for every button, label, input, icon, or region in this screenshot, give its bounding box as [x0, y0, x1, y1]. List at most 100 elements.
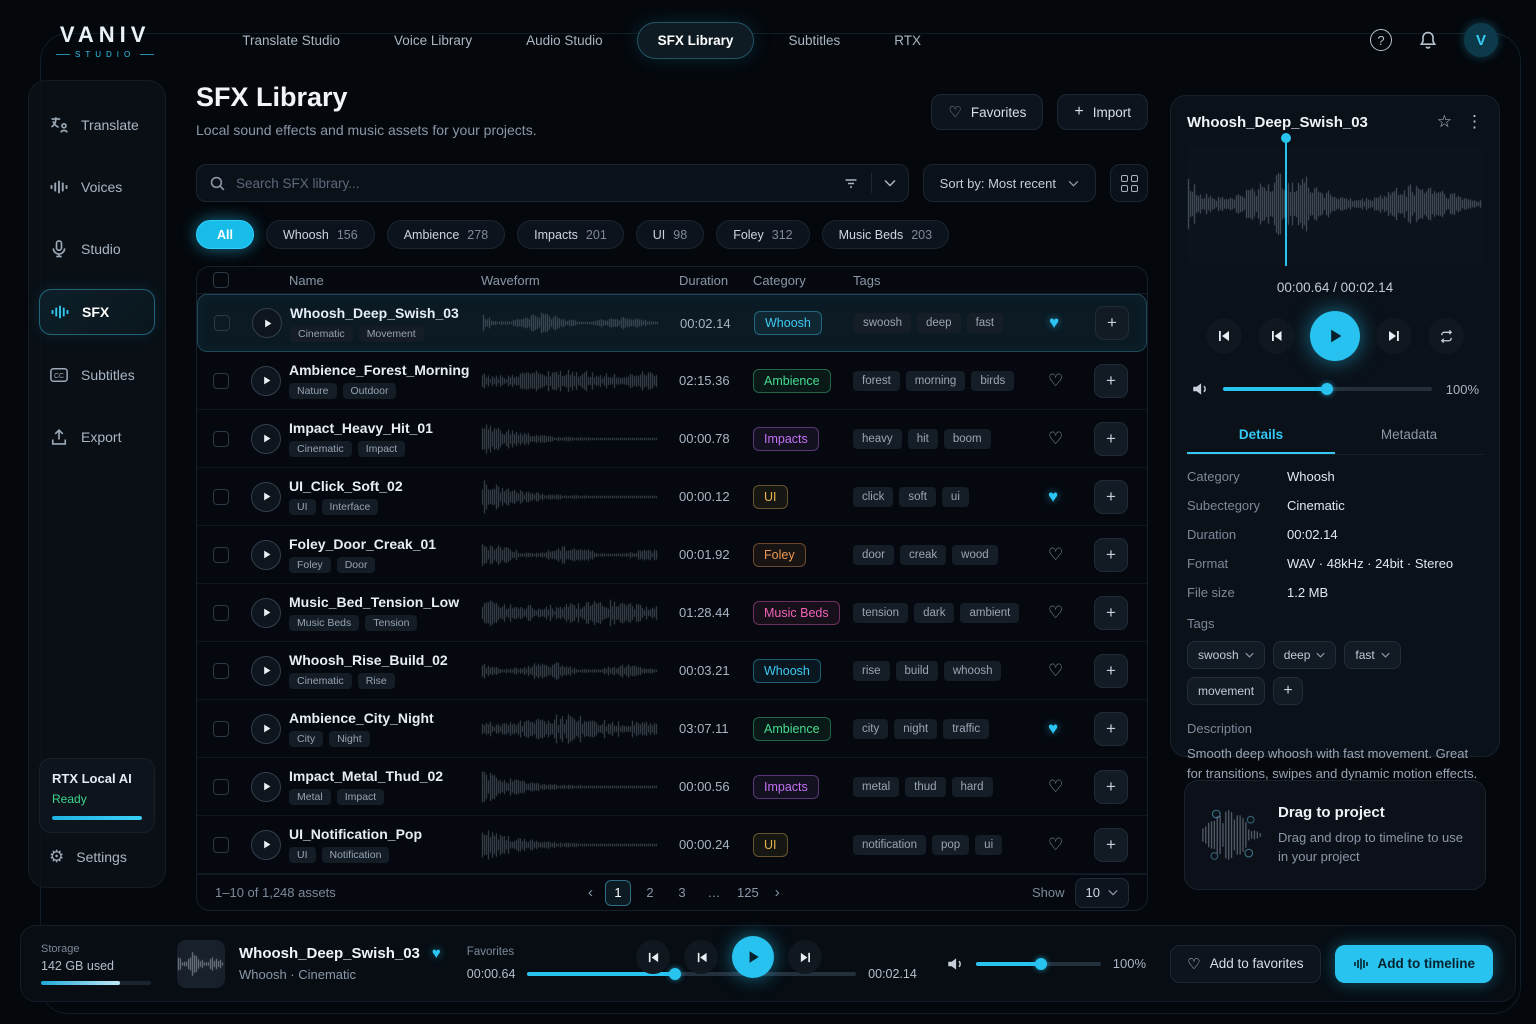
sidebar-item-settings[interactable]: ⚙ Settings [39, 833, 155, 873]
previous-icon[interactable] [1258, 318, 1294, 354]
nav-tab-rtx[interactable]: RTX [874, 23, 941, 58]
add-row-button[interactable]: + [1094, 364, 1128, 398]
filter-chip-ambience[interactable]: Ambience278 [387, 220, 505, 249]
skip-back-icon[interactable] [636, 940, 670, 974]
row-checkbox[interactable] [213, 605, 229, 621]
detail-tag-deep[interactable]: deep [1273, 641, 1337, 669]
filter-chip-ui[interactable]: UI98 [636, 220, 704, 249]
row-play-button[interactable] [251, 714, 281, 744]
row-checkbox[interactable] [213, 431, 229, 447]
row-play-button[interactable] [251, 424, 281, 454]
detail-tag-swoosh[interactable]: swoosh [1187, 641, 1265, 669]
detail-tag-fast[interactable]: fast [1344, 641, 1400, 669]
import-button[interactable]: + Import [1057, 94, 1148, 130]
chevron-down-icon[interactable] [884, 179, 896, 187]
row-play-button[interactable] [251, 772, 281, 802]
nav-tab-translate-studio[interactable]: Translate Studio [222, 23, 360, 58]
favorite-heart-icon[interactable]: ♡ [1048, 777, 1063, 796]
tab-details[interactable]: Details [1187, 417, 1335, 454]
favorite-heart-icon[interactable]: ♡ [1048, 835, 1063, 854]
previous-icon[interactable] [684, 940, 718, 974]
favorite-heart-icon[interactable]: ♡ [1048, 429, 1063, 448]
table-row[interactable]: Impact_Metal_Thud_02MetalImpact00:00.56I… [197, 758, 1147, 816]
row-checkbox[interactable] [213, 663, 229, 679]
table-row[interactable]: Ambience_Forest_MorningNatureOutdoor02:1… [197, 352, 1147, 410]
tab-metadata[interactable]: Metadata [1335, 417, 1483, 454]
row-play-button[interactable] [251, 656, 281, 686]
row-checkbox[interactable] [213, 373, 229, 389]
next-icon[interactable] [788, 940, 822, 974]
next-icon[interactable] [1376, 318, 1412, 354]
nav-tab-sfx-library[interactable]: SFX Library [637, 22, 755, 59]
nav-tab-subtitles[interactable]: Subtitles [768, 23, 860, 58]
favorite-heart-icon[interactable]: ♡ [1048, 371, 1063, 390]
sidebar-item-voices[interactable]: Voices [39, 165, 155, 209]
add-row-button[interactable]: + [1094, 422, 1128, 456]
row-checkbox[interactable] [213, 837, 229, 853]
row-play-button[interactable] [251, 598, 281, 628]
row-checkbox[interactable] [213, 489, 229, 505]
table-row[interactable]: UI_Notification_PopUINotification00:00.2… [197, 816, 1147, 874]
select-all-checkbox[interactable] [213, 272, 229, 288]
row-checkbox[interactable] [213, 721, 229, 737]
page-prev-icon[interactable]: ‹ [582, 884, 599, 901]
speaker-icon[interactable] [946, 956, 964, 972]
favorite-heart-icon[interactable]: ♥ [1048, 719, 1058, 738]
sidebar-item-translate[interactable]: Translate [39, 103, 155, 147]
avatar[interactable]: V [1464, 23, 1498, 57]
table-row[interactable]: Music_Bed_Tension_LowMusic BedsTension01… [197, 584, 1147, 642]
volume-slider[interactable] [1223, 387, 1432, 391]
page-next-icon[interactable]: › [769, 884, 786, 901]
player-waveform[interactable] [1187, 146, 1483, 264]
add-to-favorites-button[interactable]: ♡ Add to favorites [1170, 945, 1320, 983]
row-play-button[interactable] [251, 366, 281, 396]
play-button[interactable] [732, 936, 774, 978]
filter-chip-foley[interactable]: Foley312 [716, 220, 809, 249]
add-tag-button[interactable]: + [1273, 677, 1303, 705]
filter-chip-impacts[interactable]: Impacts201 [517, 220, 624, 249]
add-row-button[interactable]: + [1095, 306, 1129, 340]
add-row-button[interactable]: + [1094, 770, 1128, 804]
page-number[interactable]: 125 [733, 880, 763, 906]
table-row[interactable]: Impact_Heavy_Hit_01CinematicImpact00:00.… [197, 410, 1147, 468]
table-row[interactable]: Whoosh_Rise_Build_02CinematicRise00:03.2… [197, 642, 1147, 700]
nav-tab-audio-studio[interactable]: Audio Studio [506, 23, 623, 58]
add-row-button[interactable]: + [1094, 480, 1128, 514]
drag-to-project-card[interactable]: Drag to project Drag and drop to timelin… [1184, 780, 1486, 890]
star-icon[interactable]: ☆ [1437, 112, 1452, 132]
table-row[interactable]: Foley_Door_Creak_01FoleyDoor00:01.92Fole… [197, 526, 1147, 584]
search-input[interactable] [236, 176, 843, 191]
show-select[interactable]: 10 [1075, 878, 1129, 908]
add-row-button[interactable]: + [1094, 828, 1128, 862]
volume-slider[interactable] [976, 962, 1101, 966]
filter-chip-all[interactable]: All [196, 220, 254, 249]
favorite-heart-icon[interactable]: ♡ [1048, 661, 1063, 680]
add-row-button[interactable]: + [1094, 596, 1128, 630]
favorite-heart-icon[interactable]: ♡ [1048, 603, 1063, 622]
skip-back-icon[interactable] [1206, 318, 1242, 354]
speaker-icon[interactable] [1191, 381, 1209, 397]
playhead[interactable] [1285, 138, 1287, 266]
add-to-timeline-button[interactable]: Add to timeline [1335, 945, 1494, 983]
filter-chip-music-beds[interactable]: Music Beds203 [822, 220, 949, 249]
repeat-icon[interactable] [1428, 318, 1464, 354]
add-row-button[interactable]: + [1094, 654, 1128, 688]
sidebar-item-export[interactable]: Export [39, 415, 155, 459]
favorites-button[interactable]: ♡ Favorites [931, 94, 1043, 130]
detail-tag-movement[interactable]: movement [1187, 677, 1265, 705]
row-checkbox[interactable] [213, 779, 229, 795]
add-row-button[interactable]: + [1094, 538, 1128, 572]
row-play-button[interactable] [251, 830, 281, 860]
row-checkbox[interactable] [213, 547, 229, 563]
filter-icon[interactable] [843, 175, 859, 191]
row-play-button[interactable] [251, 540, 281, 570]
nav-tab-voice-library[interactable]: Voice Library [374, 23, 492, 58]
favorite-heart-icon[interactable]: ♡ [1048, 545, 1063, 564]
bell-icon[interactable] [1418, 30, 1438, 50]
row-play-button[interactable] [252, 308, 282, 338]
row-play-button[interactable] [251, 482, 281, 512]
table-row[interactable]: UI_Click_Soft_02UIInterface00:00.12UIcli… [197, 468, 1147, 526]
play-button[interactable] [1310, 311, 1360, 361]
sort-dropdown[interactable]: Sort by: Most recent [923, 164, 1096, 202]
page-number[interactable]: 2 [637, 880, 663, 906]
